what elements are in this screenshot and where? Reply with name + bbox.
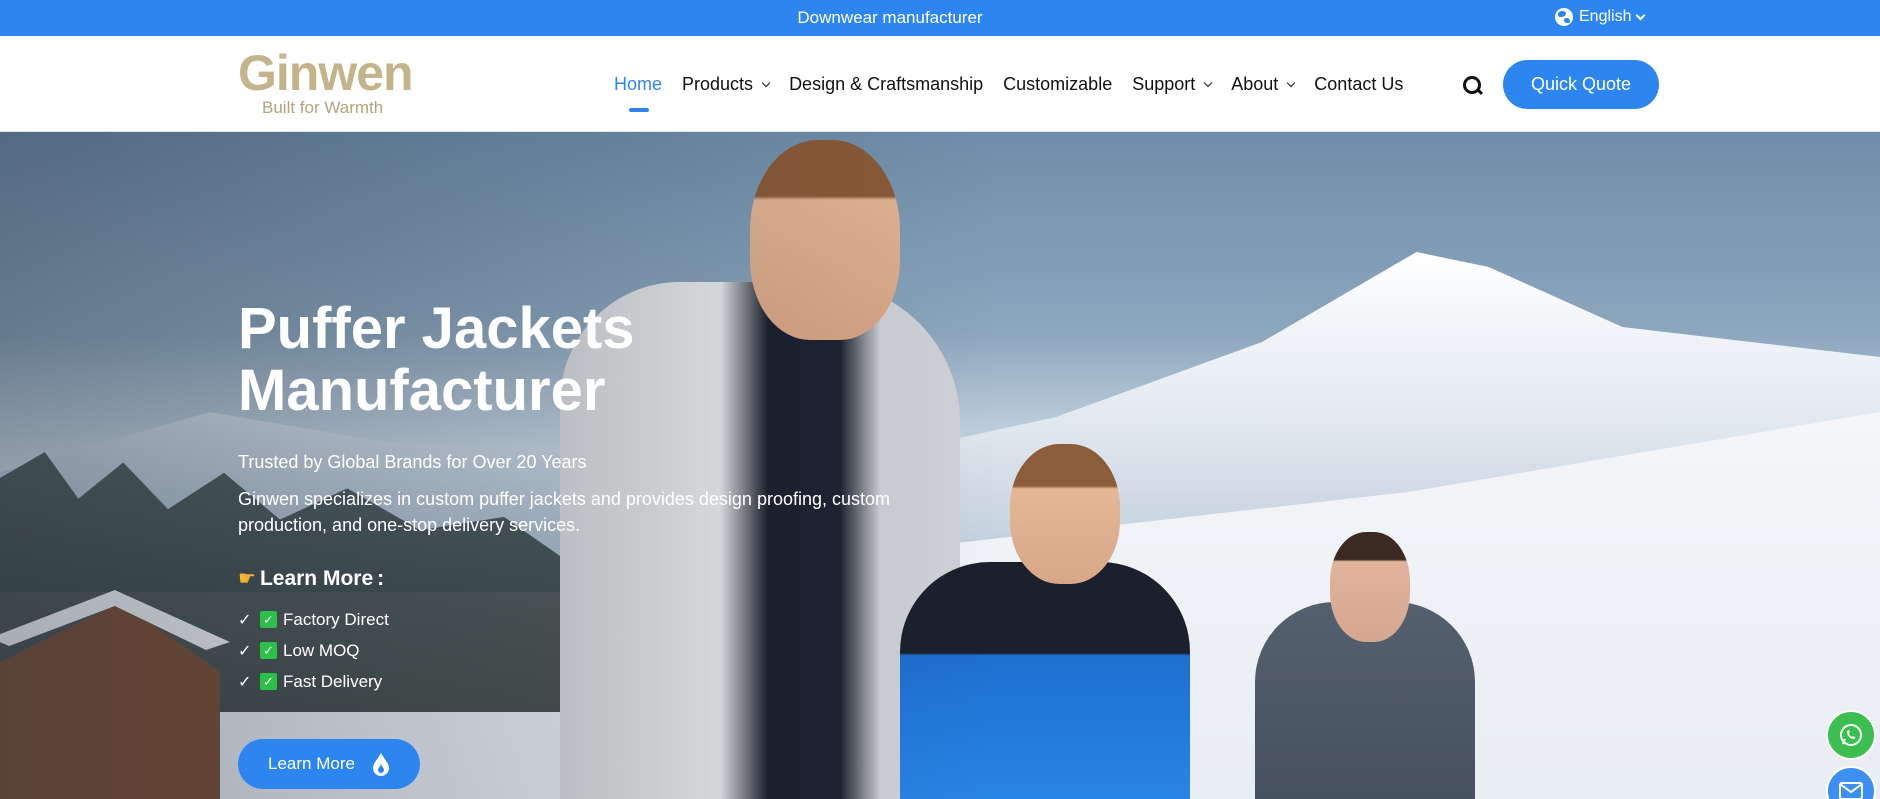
nav-item-about[interactable]: About <box>1231 74 1296 95</box>
hero-banner: Puffer Jackets Manufacturer Trusted by G… <box>0 132 1880 799</box>
nav-item-home[interactable]: Home <box>614 74 663 112</box>
whatsapp-icon <box>1840 724 1862 746</box>
feature-item: ✓ ✓ Factory Direct <box>238 604 389 635</box>
feature-label: Factory Direct <box>283 609 389 629</box>
nav-label: About <box>1231 74 1279 94</box>
check-box-icon: ✓ <box>260 642 277 659</box>
site-header: Ginwen Built for Warmth Home Products De… <box>0 36 1880 132</box>
quick-quote-button[interactable]: Quick Quote <box>1503 60 1659 109</box>
nav-label: Customizable <box>1003 74 1113 94</box>
woman-head <box>1330 532 1410 642</box>
check-box-icon: ✓ <box>260 673 277 690</box>
feature-list: ✓ ✓ Factory Direct ✓ ✓ Low MOQ ✓ ✓ Fast … <box>238 604 389 697</box>
logo-slogan: Built for Warmth <box>262 98 384 117</box>
pointing-hand-icon: ☛ <box>238 568 256 590</box>
feature-label: Low MOQ <box>283 640 360 660</box>
learn-more-colon: : <box>377 566 385 590</box>
check-mark-icon: ✓ <box>238 611 252 629</box>
top-announcement-bar: Downwear manufacturer English <box>0 0 1880 36</box>
learn-more-button[interactable]: Learn More <box>238 739 420 789</box>
nav-item-design-craftsmanship[interactable]: Design & Craftsmanship <box>789 74 983 95</box>
feature-item: ✓ ✓ Low MOQ <box>238 635 389 666</box>
check-box-icon: ✓ <box>260 611 277 628</box>
nav-item-support[interactable]: Support <box>1132 74 1213 95</box>
check-mark-icon: ✓ <box>238 673 252 691</box>
main-navigation: Home Products Design & Craftsmanship Cus… <box>614 74 1423 112</box>
flame-drop-icon <box>371 752 391 776</box>
hero-title-line1: Puffer Jackets <box>238 296 635 361</box>
chevron-down-icon <box>1204 78 1213 87</box>
feature-item: ✓ ✓ Fast Delivery <box>238 666 389 697</box>
language-label: English <box>1579 8 1632 25</box>
feature-label: Fast Delivery <box>283 671 383 691</box>
nav-label: Design & Craftsmanship <box>789 74 984 94</box>
nav-item-products[interactable]: Products <box>682 74 771 95</box>
language-selector[interactable]: English <box>1555 8 1646 26</box>
hero-description: Ginwen specializes in custom puffer jack… <box>238 489 891 535</box>
globe-icon <box>1555 8 1573 26</box>
learn-more-button-label: Learn More <box>268 754 355 773</box>
check-mark-icon: ✓ <box>238 642 252 660</box>
chevron-down-icon <box>1636 10 1646 20</box>
whatsapp-button[interactable] <box>1826 710 1876 760</box>
logo-wordmark: Ginwen <box>238 45 414 101</box>
tagline: Downwear manufacturer <box>797 8 983 27</box>
learn-more-heading: ☛ Learn More : <box>238 566 384 591</box>
chevron-down-icon <box>761 78 771 87</box>
boy-head <box>1010 444 1120 584</box>
hero-title: Puffer Jackets Manufacturer <box>238 298 938 422</box>
nav-item-customizable[interactable]: Customizable <box>1003 74 1112 95</box>
learn-more-heading-text: Learn More <box>259 566 374 590</box>
nav-label: Home <box>614 74 663 94</box>
mail-icon <box>1839 782 1863 799</box>
nav-item-contact-us[interactable]: Contact Us <box>1314 74 1403 95</box>
nav-label: Contact Us <box>1314 74 1404 94</box>
nav-label: Products <box>682 74 754 94</box>
logo[interactable]: Ginwen Built for Warmth <box>238 48 428 118</box>
nav-label: Support <box>1132 74 1196 94</box>
search-icon[interactable] <box>1463 76 1483 96</box>
hero-subtitle: Trusted by Global Brands for Over 20 Yea… <box>238 452 587 472</box>
chevron-down-icon <box>1287 78 1296 87</box>
hero-title-line2: Manufacturer <box>238 358 606 423</box>
